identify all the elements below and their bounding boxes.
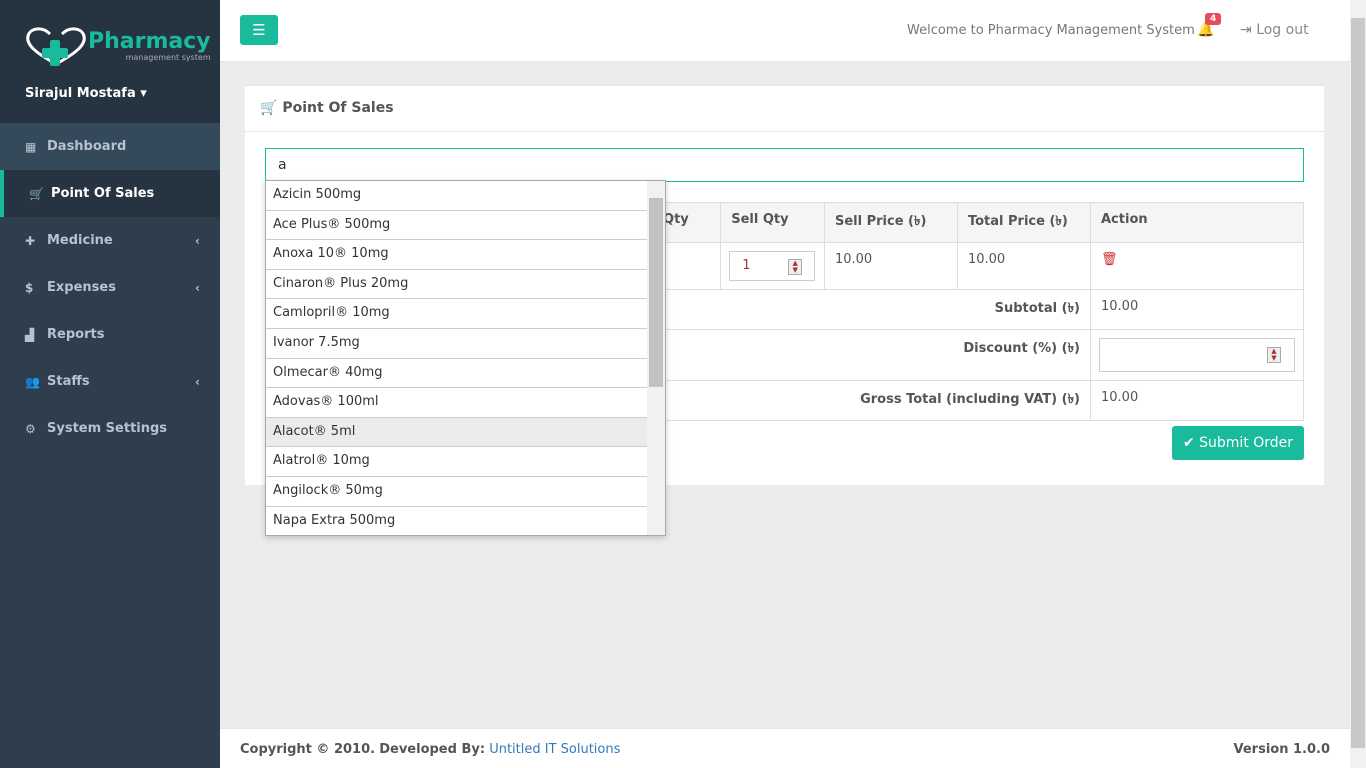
header-total-price: Total Price (৳) — [956, 202, 1092, 243]
trash-icon[interactable]: 🗑 — [1101, 252, 1118, 267]
panel-title-text: Point Of Sales — [282, 100, 394, 116]
sign-out-icon: ⇥ — [1240, 22, 1252, 38]
chevron-left-icon: ‹ — [195, 233, 200, 248]
cart-icon: 🛒 — [260, 100, 278, 116]
chevron-left-icon: ‹ — [195, 374, 200, 389]
logout-label: Log out — [1256, 22, 1309, 38]
total-price: 10.00 — [956, 242, 1092, 290]
list-item[interactable]: Alatrol® 10mg — [266, 447, 647, 477]
spinner-icon[interactable]: ▲ ▼ — [1267, 347, 1281, 363]
heart-cross-icon — [26, 27, 86, 66]
chart-icon: ▟ — [25, 327, 35, 342]
list-item[interactable]: Olmecar® 40mg — [266, 359, 647, 389]
version: Version 1.0.0 — [1233, 742, 1331, 757]
spinner-icon[interactable]: ▲ ▼ — [788, 259, 803, 275]
dollar-icon: $ — [25, 280, 34, 295]
chevron-left-icon: ‹ — [195, 280, 200, 295]
header-sell-qty: Sell Qty — [720, 202, 825, 243]
welcome-text: Welcome to Pharmacy Management System — [907, 23, 1195, 38]
notification-badge: 4 — [1205, 13, 1222, 25]
sidebar-item-label: Medicine — [47, 233, 113, 248]
sidebar-item-reports[interactable]: ▟ Reports — [0, 311, 220, 358]
subtotal-value: 10.00 — [1090, 289, 1304, 330]
user-name: Sirajul Mostafa — [25, 86, 136, 101]
sidebar-item-dashboard[interactable]: ▦ Dashboard — [0, 123, 220, 170]
list-item[interactable]: Cinaron® Plus 20mg — [266, 270, 647, 300]
list-item[interactable]: Angilock® 50mg — [266, 477, 647, 507]
developer-link[interactable]: Untitled IT Solutions — [489, 742, 620, 757]
sidebar-item-medicine[interactable]: ✚ Medicine ‹ — [0, 217, 220, 264]
check-icon: ✔ — [1182, 435, 1195, 451]
brand-tagline: management system — [125, 52, 211, 62]
top-navbar: ☰ Welcome to Pharmacy Management System … — [220, 0, 1350, 62]
medicine-search-input[interactable] — [265, 148, 1304, 182]
submit-label: Submit Order — [1199, 435, 1294, 451]
logout-link[interactable]: ⇥ Log out — [1240, 22, 1309, 38]
list-item[interactable]: Ivanor 7.5mg — [266, 329, 647, 359]
discount-input[interactable]: ▲ ▼ — [1099, 338, 1295, 372]
dropdown-scrollbar[interactable] — [647, 181, 665, 535]
panel-title: 🛒 Point Of Sales — [245, 86, 1324, 132]
sidebar-item-system-settings[interactable]: ⚙ System Settings — [0, 405, 220, 452]
sidebar-item-point-of-sales[interactable]: 🛒 Point Of Sales — [0, 170, 220, 217]
gears-icon: ⚙ — [25, 421, 36, 436]
sidebar-item-staffs[interactable]: 👥 Staffs ‹ — [0, 358, 220, 405]
gross-total-value: 10.00 — [1090, 380, 1304, 421]
autocomplete-dropdown[interactable]: Azicin 500mg Ace Plus® 500mg Anoxa 10® 1… — [265, 180, 666, 536]
brand-name: Pharmacy — [88, 28, 211, 54]
sell-qty-value: 1 — [742, 258, 751, 273]
list-item[interactable]: Ace Plus® 500mg — [266, 211, 647, 241]
copyright: Copyright © 2010. — [240, 742, 376, 757]
sidebar-item-label: Reports — [47, 327, 105, 342]
list-item-highlighted[interactable]: Alacot® 5ml — [266, 417, 647, 448]
sidebar-item-label: Point Of Sales — [51, 186, 155, 201]
sell-qty-input[interactable]: 1 ▲ ▼ — [729, 251, 816, 281]
list-item[interactable]: Adovas® 100ml — [266, 388, 647, 418]
menu-toggle-button[interactable]: ☰ — [240, 15, 278, 45]
list-item[interactable]: Azicin 500mg — [266, 181, 647, 211]
header-sell-price: Sell Price (৳) — [823, 202, 958, 243]
sidebar-item-label: Staffs — [47, 374, 90, 389]
submit-order-button[interactable]: ✔ Submit Order — [1172, 426, 1304, 460]
sidebar-item-label: System Settings — [47, 421, 168, 436]
logo[interactable]: Pharmacy management system — [24, 26, 211, 66]
developed-by-label: Developed By: — [379, 742, 486, 757]
user-menu[interactable]: Sirajul Mostafa ▾ — [25, 86, 147, 101]
list-item[interactable]: Anoxa 10® 10mg — [266, 240, 647, 270]
cart-icon: 🛒 — [29, 186, 44, 201]
sidebar: Pharmacy management system Sirajul Mostaf… — [0, 0, 220, 768]
users-icon: 👥 — [25, 374, 40, 389]
caret-down-icon: ▾ — [140, 86, 147, 101]
sell-price: 10.00 — [823, 242, 958, 290]
list-item[interactable]: Napa Extra 500mg — [266, 507, 647, 535]
sidebar-item-expenses[interactable]: $ Expenses ‹ — [0, 264, 220, 311]
grid-icon: ▦ — [25, 139, 37, 154]
sidebar-item-label: Dashboard — [47, 139, 127, 154]
page-scrollbar[interactable] — [1350, 0, 1366, 768]
footer: Copyright © 2010. Developed By: Untitled… — [220, 728, 1350, 768]
sidebar-item-label: Expenses — [47, 280, 116, 295]
list-item[interactable]: Camlopril® 10mg — [266, 299, 647, 329]
header-action: Action — [1090, 202, 1304, 243]
medkit-icon: ✚ — [25, 233, 36, 248]
